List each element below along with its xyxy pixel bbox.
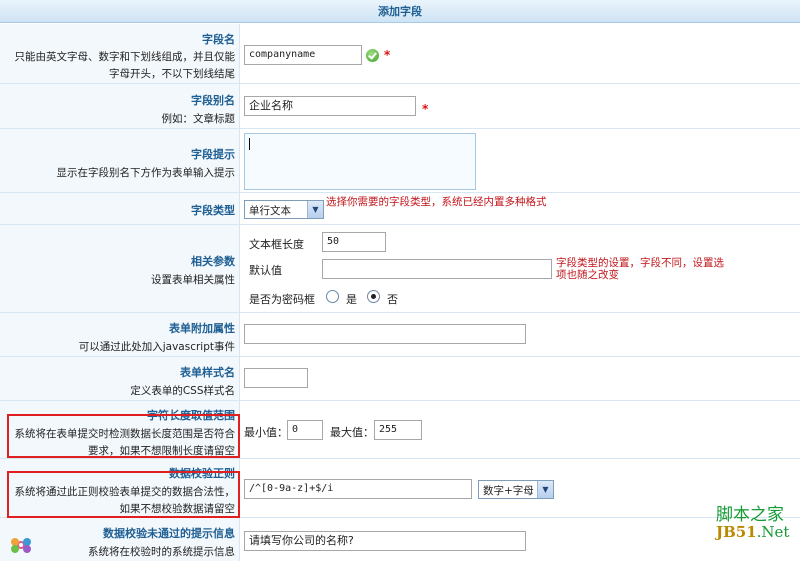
label-cell: 字段提示 显示在字段别名下方作为表单输入提示 [0,129,240,192]
password-label: 是否为密码框 [249,293,315,306]
field-tip-label: 字段提示 [191,148,235,161]
password-no-label: 否 [387,293,398,306]
row-form-attr: 表单附加属性 可以通过此处加入javascript事件 [0,313,800,357]
regex-preset-select[interactable]: 数字+字母 ▼ [478,480,554,499]
form-style-desc: 定义表单的CSS样式名 [130,385,235,397]
form-attr-label: 表单附加属性 [169,322,235,335]
regex-preset-selected: 数字+字母 [483,485,534,497]
field-type-selected: 单行文本 [249,205,291,217]
textbox-length-input[interactable]: 50 [322,232,386,252]
form-attr-input[interactable] [244,324,526,344]
field-alias-label: 字段别名 [191,94,235,107]
watermark-site-domain: JB51.Net [716,523,789,541]
form-style-label: 表单样式名 [180,366,235,379]
field-name-input[interactable]: companyname [244,45,362,65]
field-name-desc: 只能由英文字母、数字和下划线组成，并且仅能 [14,51,236,63]
password-yes-label: 是 [346,293,357,306]
text-caret [249,138,250,150]
label-cell: 表单样式名 定义表单的CSS样式名 [0,357,240,400]
chevron-down-icon[interactable]: ▼ [307,201,323,218]
label-cell: 数据校验未通过的提示信息 系统将在校验时的系统提示信息 [0,518,240,561]
label-cell: 字段类型 [0,193,240,224]
watermark-site-name: 脚本之家 [716,505,784,525]
form-attr-desc: 可以通过此处加入javascript事件 [78,341,235,353]
highlight-box [7,471,240,518]
password-yes-radio[interactable] [326,290,339,303]
chevron-down-icon[interactable]: ▼ [537,481,553,498]
min-input[interactable]: 0 [287,420,323,440]
row-error-msg: 数据校验未通过的提示信息 系统将在校验时的系统提示信息 请填写你公司的名称? [0,518,800,561]
field-alias-desc: 例如：文章标题 [161,113,236,125]
watermark-domain-left: JB51 [716,523,757,541]
form-style-input[interactable] [244,368,308,388]
field-tip-desc: 显示在字段别名下方作为表单输入提示 [56,167,236,179]
label-cell: 字段别名 例如：文章标题 [0,84,240,128]
field-type-hint: 选择你需要的字段类型，系统已经内置多种格式 [326,196,547,208]
params-hint-2: 项也随之改变 [556,269,619,281]
row-field-name: 字段名 只能由英文字母、数字和下划线组成，并且仅能 字母开头，不以下划线结尾 c… [0,24,800,84]
field-type-label: 字段类型 [191,204,235,217]
row-field-tip: 字段提示 显示在字段别名下方作为表单输入提示 [0,129,800,193]
params-desc: 设置表单相关属性 [151,274,235,286]
watermark-domain-right: .Net [756,523,790,541]
field-name-desc-2: 字母开头，不以下划线结尾 [109,68,235,80]
row-params: 相关参数 设置表单相关属性 文本框长度 50 默认值 字段类型的设置，字段不同，… [0,225,800,313]
required-mark: * [384,48,391,62]
max-input[interactable]: 255 [374,420,422,440]
label-cell: 相关参数 设置表单相关属性 [0,225,240,312]
textbox-length-label: 文本框长度 [249,238,304,251]
default-value-label: 默认值 [249,264,282,277]
field-name-label: 字段名 [202,33,235,46]
min-label: 最小值： [244,426,288,439]
params-label: 相关参数 [191,255,235,268]
field-alias-input[interactable]: 企业名称 [244,96,416,116]
field-type-select[interactable]: 单行文本 ▼ [244,200,324,219]
form-title: 添加字段 [0,0,800,23]
label-cell: 字段名 只能由英文字母、数字和下划线组成，并且仅能 字母开头，不以下划线结尾 [0,24,240,83]
field-tip-textarea[interactable] [244,133,476,190]
row-field-type: 字段类型 单行文本 ▼ 选择你需要的字段类型，系统已经内置多种格式 [0,193,800,225]
regex-input[interactable]: /^[0-9a-z]+$/i [244,479,472,499]
row-field-alias: 字段别名 例如：文章标题 企业名称 * [0,84,800,129]
default-value-input[interactable] [322,259,552,279]
highlight-box [7,414,240,458]
password-no-radio[interactable] [367,290,380,303]
flower-logo-icon [11,538,31,553]
label-cell: 表单附加属性 可以通过此处加入javascript事件 [0,313,240,356]
check-icon [366,49,379,62]
params-hint: 字段类型的设置，字段不同，设置选 [556,257,724,269]
max-label: 最大值： [330,426,374,439]
row-form-style: 表单样式名 定义表单的CSS样式名 [0,357,800,401]
error-msg-input[interactable]: 请填写你公司的名称? [244,531,526,551]
required-mark: * [422,102,429,116]
